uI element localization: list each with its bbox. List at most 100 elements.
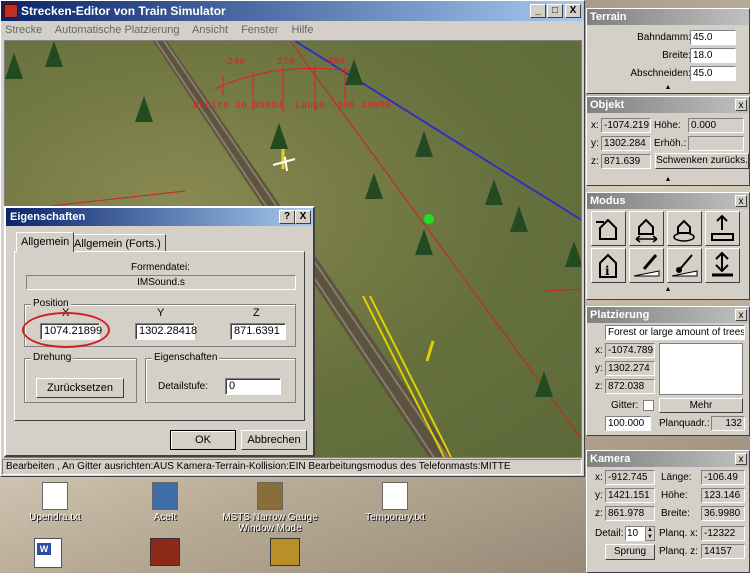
position-z-input[interactable]: 871.6391 (230, 323, 286, 340)
y-label: y: (595, 490, 603, 501)
help-button[interactable]: ? (279, 210, 295, 224)
abschneiden-label: Abschneiden: (630, 68, 691, 79)
gitter-input[interactable]: 100.000 (605, 416, 651, 431)
maximize-button[interactable]: □ (547, 4, 563, 18)
y-label: Y (157, 307, 165, 319)
close-button[interactable]: X (565, 4, 581, 18)
shortcut-icon[interactable] (270, 538, 300, 566)
kamera-breite-value: 36.9980 (701, 506, 745, 521)
desktop-icon-msts[interactable]: MSTS Narrow Gauge Window Mode (215, 482, 325, 534)
vertical-move-icon[interactable] (705, 248, 740, 283)
house-rotate-icon[interactable] (667, 211, 702, 246)
word-document-icon[interactable]: W (34, 538, 62, 568)
close-icon[interactable]: x (735, 99, 747, 111)
platzierung-panel: Platzierung x Forest or large amount of … (586, 306, 750, 436)
properties-dialog: Eigenschaften ? X Allgemein Allgemein (F… (4, 206, 315, 457)
menu-bar: Strecke Automatische Platzierung Ansicht… (1, 21, 584, 39)
tree (415, 229, 433, 255)
detail-label: Detail: (595, 528, 624, 539)
platz-z-value: 872.038 (605, 379, 655, 394)
coordinates-overlay: Breite 36.99804 Länge -106.49080 (193, 101, 392, 112)
main-titlebar[interactable]: Strecken-Editor von Train Simulator _ □ … (1, 1, 584, 21)
desktop-icon-label: MSTS Narrow Gauge Window Mode (222, 512, 318, 534)
minimize-button[interactable]: _ (530, 4, 546, 18)
svg-text:i: i (605, 264, 610, 278)
info-icon[interactable]: i (591, 248, 626, 283)
window-title: Strecken-Editor von Train Simulator (21, 4, 226, 18)
terrain-edit-icon[interactable] (629, 248, 664, 283)
compass-tick-300: 300 (327, 57, 346, 68)
shortcut-icon (257, 482, 283, 510)
schwenken-button[interactable]: Schwenken zurücks. (655, 153, 749, 169)
highlight-circle (22, 312, 110, 348)
desktop-icon-temporary[interactable]: Temporary.txt (340, 482, 450, 523)
tab-allgemein[interactable]: Allgemein (16, 232, 75, 252)
collapse-arrow-icon[interactable]: ▲ (587, 84, 749, 91)
laenge-label: Länge: (661, 472, 692, 483)
menu-hilfe[interactable]: Hilfe (291, 24, 313, 36)
detail-input[interactable]: 10 (625, 526, 645, 541)
house-arrow-icon[interactable] (591, 211, 626, 246)
tree (5, 53, 23, 79)
objekt-erhoeh-value (688, 136, 744, 151)
sprung-button[interactable]: Sprung (605, 544, 655, 560)
tree (45, 41, 63, 67)
tab-allgemein-forts[interactable]: Allgemein (Forts.) (69, 234, 166, 251)
cancel-button[interactable]: Abbrechen (241, 430, 307, 450)
close-icon[interactable]: x (735, 453, 747, 465)
desktop-icon-aceit[interactable]: AceIt (110, 482, 220, 523)
dialog-titlebar[interactable]: Eigenschaften ? X (6, 208, 313, 226)
objekt-z-value: 871.639 (601, 154, 651, 169)
house-lift-icon[interactable] (705, 211, 740, 246)
dialog-close-button[interactable]: X (295, 210, 311, 224)
menu-fenster[interactable]: Fenster (241, 24, 278, 36)
abschneiden-input[interactable]: 45.0 (690, 66, 736, 81)
menu-automatische-platzierung[interactable]: Automatische Platzierung (55, 24, 180, 36)
position-y-input[interactable]: 1302.28418 (135, 323, 197, 340)
collapse-arrow-icon[interactable]: ▲ (587, 176, 749, 183)
tree (485, 179, 503, 205)
preview-box (659, 343, 743, 395)
app-icon (152, 482, 178, 510)
app-icon (4, 4, 18, 18)
collapse-arrow-icon[interactable]: ▲ (587, 286, 749, 293)
breite-input[interactable]: 18.0 (690, 48, 736, 63)
detail-spinner-icon[interactable]: ▲ ▼ (645, 526, 655, 541)
gitter-checkbox[interactable] (643, 400, 654, 411)
objekt-y-value: 1302.284 (601, 136, 651, 151)
desktop-icon-upendra[interactable]: Upendra.txt (0, 482, 110, 523)
drehung-label: Drehung (31, 352, 74, 363)
terrain-panel: Terrain Bahndamm: 45.0 Breite: 18.0 Absc… (586, 8, 750, 94)
desktop-icon-label: AceIt (153, 512, 177, 523)
text-file-icon (382, 482, 408, 510)
menu-strecke[interactable]: Strecke (5, 24, 42, 36)
x-label: x: (595, 472, 603, 483)
detail-input[interactable]: 0 (225, 378, 281, 395)
ok-button[interactable]: OK (170, 430, 236, 450)
kamera-z-value: 861.978 (605, 506, 655, 521)
mehr-button[interactable]: Mehr (659, 398, 743, 413)
platz-y-value: 1302.274 (605, 361, 655, 376)
x-label: x: (595, 345, 603, 356)
kamera-laenge-value: -106.49 (701, 470, 745, 485)
kamera-panel: Kamera x x: -912.745 y: 1421.151 z: 861.… (586, 450, 750, 573)
kamera-hoehe-value: 123.146 (701, 488, 745, 503)
house-move-icon[interactable] (629, 211, 664, 246)
formendatei-label: Formendatei: (131, 262, 190, 273)
bahndamm-input[interactable]: 45.0 (690, 30, 736, 45)
placement-object-select[interactable]: Forest or large amount of trees (605, 325, 745, 340)
z-label: z: (595, 381, 603, 392)
close-icon[interactable]: x (735, 309, 747, 321)
menu-ansicht[interactable]: Ansicht (192, 24, 228, 36)
y-label: y: (595, 363, 603, 374)
tree (565, 241, 581, 267)
dialog-title: Eigenschaften (10, 211, 86, 223)
train-icon[interactable] (150, 538, 180, 566)
modus-title: Modus (587, 193, 749, 209)
terrain-paint-icon[interactable] (667, 248, 702, 283)
reset-rotation-button[interactable]: Zurücksetzen (36, 378, 124, 398)
terrain-title: Terrain (587, 9, 749, 25)
tree (415, 131, 433, 157)
text-file-icon (42, 482, 68, 510)
close-icon[interactable]: x (735, 195, 747, 207)
